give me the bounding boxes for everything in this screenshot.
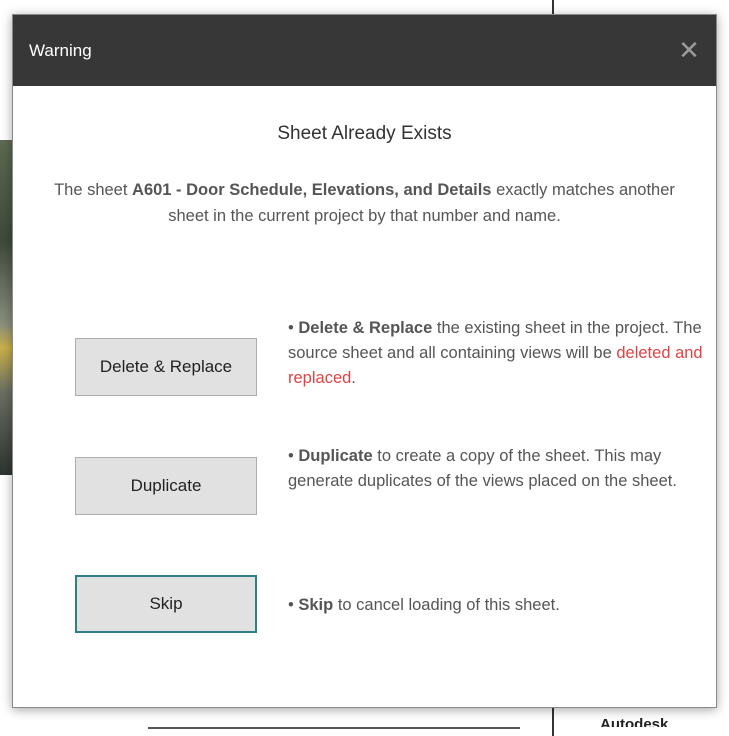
sheet-name: A601 - Door Schedule, Elevations, and De… <box>132 181 492 199</box>
option-bold: Delete & Replace <box>298 319 433 337</box>
delete-replace-button[interactable]: Delete & Replace <box>75 338 257 396</box>
background-divider <box>552 706 554 736</box>
background-divider <box>552 0 554 14</box>
bullet: • <box>288 319 299 337</box>
skip-description: • Skip to cancel loading of this sheet. <box>288 593 708 618</box>
close-icon[interactable]: ✕ <box>674 35 704 65</box>
skip-button[interactable]: Skip <box>75 575 257 633</box>
bullet: • <box>288 596 299 614</box>
duplicate-description: • Duplicate to create a copy of the shee… <box>288 444 708 494</box>
option-bold: Duplicate <box>298 447 373 465</box>
delete-replace-description: • Delete & Replace the existing sheet in… <box>288 316 708 391</box>
duplicate-button[interactable]: Duplicate <box>75 457 257 515</box>
message-prefix: The sheet <box>54 181 133 199</box>
dialog-titlebar[interactable]: Warning ✕ <box>13 15 716 86</box>
option-tail: . <box>351 369 356 387</box>
dialog-title: Warning <box>29 41 92 60</box>
dialog-heading: Sheet Already Exists <box>277 123 452 144</box>
option-bold: Skip <box>298 596 334 614</box>
background-brand-text: Autodesk <box>600 716 669 733</box>
background-divider <box>148 727 520 729</box>
option-text: to cancel loading of this sheet. <box>333 596 560 614</box>
bullet: • <box>288 447 299 465</box>
dialog-message: The sheet A601 - Door Schedule, Elevatio… <box>39 177 690 229</box>
warning-dialog: Warning ✕ Sheet Already Exists The sheet… <box>12 14 717 708</box>
